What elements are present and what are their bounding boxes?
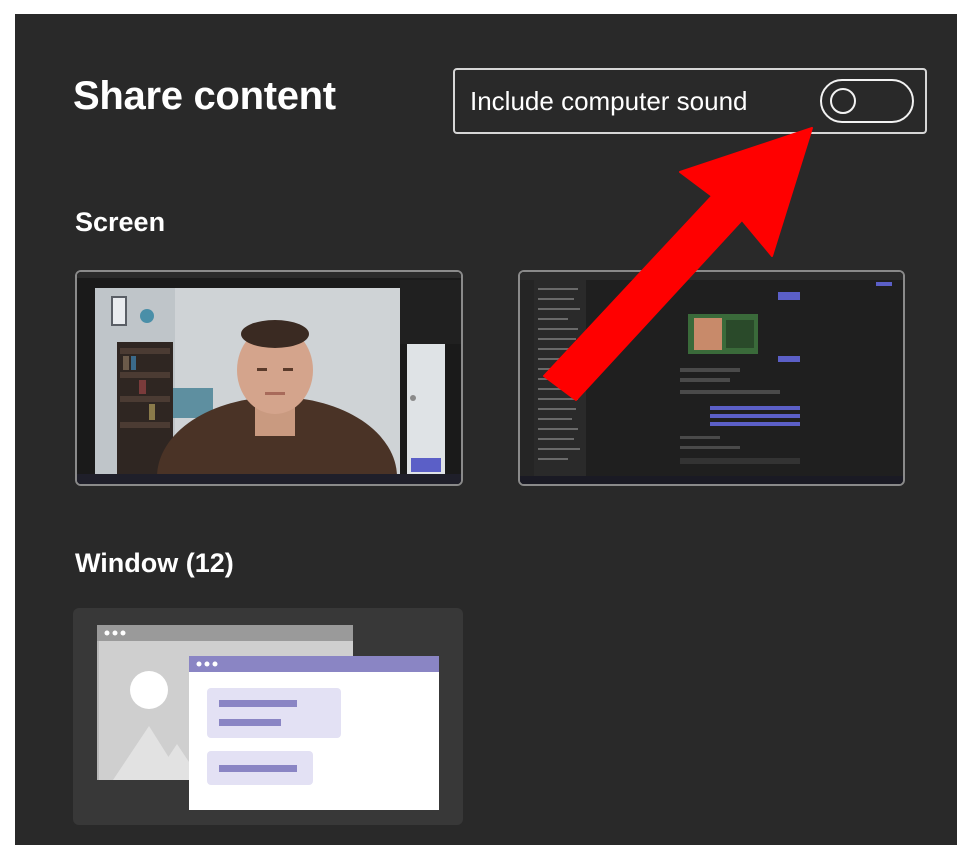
window-section-heading: Window (12): [75, 548, 234, 578]
screen-1-preview-image: [77, 272, 461, 484]
screen-1-thumbnail[interactable]: [75, 270, 463, 486]
window-list-illustration-card[interactable]: [73, 608, 463, 825]
include-computer-sound-control[interactable]: Include computer sound: [453, 68, 927, 134]
panel-title: Share content: [73, 74, 336, 118]
computer-sound-toggle[interactable]: [820, 79, 914, 123]
windows-illustration: [97, 625, 439, 810]
include-computer-sound-label: Include computer sound: [470, 86, 748, 116]
screen-section-heading: Screen: [75, 207, 166, 237]
screen-2-thumbnail[interactable]: [518, 270, 905, 486]
toggle-knob: [830, 88, 856, 114]
page: Share content Include computer sound Scr…: [0, 0, 957, 845]
screen-2-preview-image: [520, 272, 903, 484]
